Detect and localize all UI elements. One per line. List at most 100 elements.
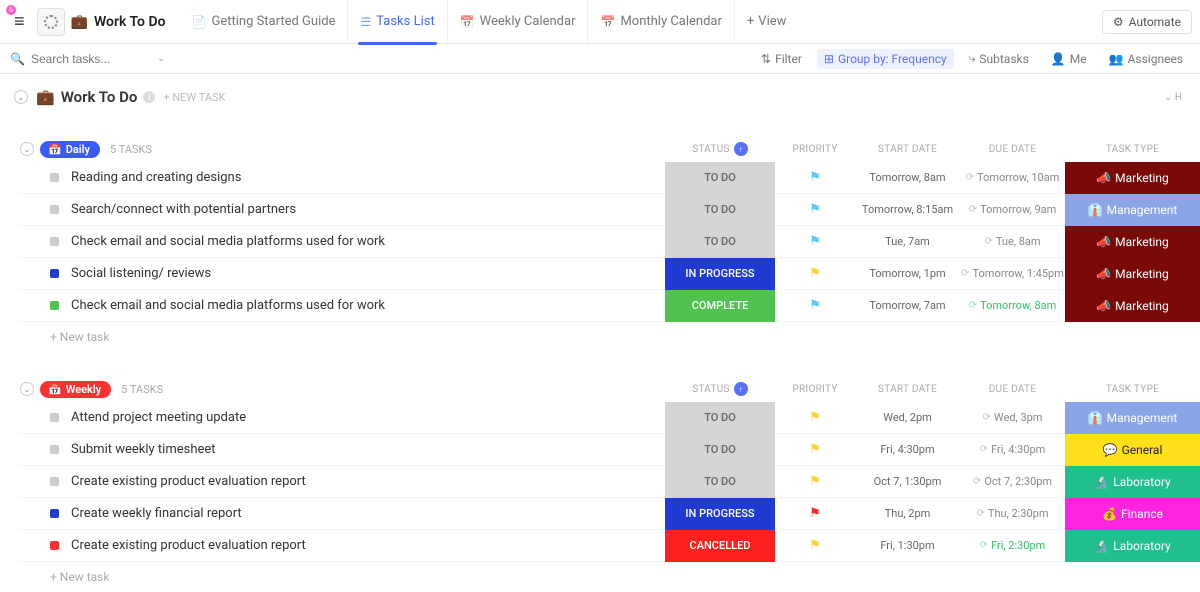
menu-toggle[interactable]: ≡6 — [8, 7, 31, 36]
priority-cell[interactable]: ⚑ — [775, 434, 855, 466]
group-badge[interactable]: 📅Daily — [40, 141, 100, 158]
collapse-list-button[interactable]: ⌄ — [14, 90, 28, 104]
start-date-cell[interactable]: Tomorrow, 7am — [855, 290, 960, 322]
collapse-group-button[interactable]: ⌄ — [20, 142, 34, 156]
task-name[interactable]: Create weekly financial report — [71, 506, 665, 521]
search-dropdown-icon[interactable]: ⌄ — [157, 53, 165, 64]
info-icon[interactable]: i — [143, 91, 155, 103]
status-cell[interactable]: CANCELLED — [665, 530, 775, 562]
col-status[interactable]: STATUS↑ — [665, 382, 775, 396]
new-task-header-button[interactable]: + NEW TASK — [163, 91, 225, 104]
col-start[interactable]: START DATE — [855, 142, 960, 156]
type-cell[interactable]: 👔Management — [1065, 194, 1200, 226]
task-row[interactable]: Attend project meeting update TO DO ⚑ We… — [20, 402, 1200, 434]
task-name[interactable]: Check email and social media platforms u… — [71, 298, 665, 313]
col-due[interactable]: DUE DATE — [960, 142, 1065, 156]
task-name[interactable]: Attend project meeting update — [71, 410, 665, 425]
priority-cell[interactable]: ⚑ — [775, 162, 855, 194]
due-date-cell[interactable]: ⟳Fri, 2:30pm — [960, 530, 1065, 562]
task-name[interactable]: Search/connect with potential partners — [71, 202, 665, 217]
task-row[interactable]: Search/connect with potential partners T… — [20, 194, 1200, 226]
view-tab-1[interactable]: ☰Tasks List — [348, 0, 447, 44]
task-name[interactable]: Reading and creating designs — [71, 170, 665, 185]
start-date-cell[interactable]: Oct 7, 1:30pm — [855, 466, 960, 498]
task-name[interactable]: Check email and social media platforms u… — [71, 234, 665, 249]
task-name[interactable]: Create existing product evaluation repor… — [71, 474, 665, 489]
task-row[interactable]: Check email and social media platforms u… — [20, 226, 1200, 258]
start-date-cell[interactable]: Fri, 1:30pm — [855, 530, 960, 562]
collapse-group-button[interactable]: ⌄ — [20, 382, 34, 396]
task-row[interactable]: Reading and creating designs TO DO ⚑ Tom… — [20, 162, 1200, 194]
task-name[interactable]: Create existing product evaluation repor… — [71, 538, 665, 553]
priority-cell[interactable]: ⚑ — [775, 530, 855, 562]
due-date-cell[interactable]: ⟳Tomorrow, 1:45pm — [960, 258, 1065, 290]
col-start[interactable]: START DATE — [855, 382, 960, 396]
status-cell[interactable]: TO DO — [665, 466, 775, 498]
search-input[interactable] — [31, 52, 151, 66]
col-type[interactable]: TASK TYPE — [1065, 142, 1200, 156]
type-cell[interactable]: 🔬Laboratory — [1065, 530, 1200, 562]
type-cell[interactable]: 💰Finance — [1065, 498, 1200, 530]
hide-columns-icon[interactable]: ⌄ H — [1164, 92, 1190, 103]
priority-cell[interactable]: ⚑ — [775, 402, 855, 434]
automate-button[interactable]: ⚙ Automate — [1102, 10, 1192, 34]
new-task-button[interactable]: + New task — [20, 562, 1200, 592]
status-cell[interactable]: TO DO — [665, 226, 775, 258]
status-cell[interactable]: TO DO — [665, 162, 775, 194]
col-status[interactable]: STATUS↑ — [665, 142, 775, 156]
task-row[interactable]: Create existing product evaluation repor… — [20, 466, 1200, 498]
task-row[interactable]: Submit weekly timesheet TO DO ⚑ Fri, 4:3… — [20, 434, 1200, 466]
due-date-cell[interactable]: ⟳Tomorrow, 9am — [960, 194, 1065, 226]
type-cell[interactable]: 📣Marketing — [1065, 258, 1200, 290]
due-date-cell[interactable]: ⟳Thu, 2:30pm — [960, 498, 1065, 530]
priority-cell[interactable]: ⚑ — [775, 226, 855, 258]
due-date-cell[interactable]: ⟳Tomorrow, 10am — [960, 162, 1065, 194]
status-cell[interactable]: COMPLETE — [665, 290, 775, 322]
type-cell[interactable]: 📣Marketing — [1065, 290, 1200, 322]
subtasks-button[interactable]: ⤷Subtasks — [962, 48, 1036, 69]
due-date-cell[interactable]: ⟳Wed, 3pm — [960, 402, 1065, 434]
col-priority[interactable]: PRIORITY — [775, 142, 855, 156]
task-name[interactable]: Submit weekly timesheet — [71, 442, 665, 457]
start-date-cell[interactable]: Fri, 4:30pm — [855, 434, 960, 466]
priority-cell[interactable]: ⚑ — [775, 290, 855, 322]
me-button[interactable]: 👤Me — [1044, 49, 1094, 69]
due-date-cell[interactable]: ⟳Fri, 4:30pm — [960, 434, 1065, 466]
col-priority[interactable]: PRIORITY — [775, 382, 855, 396]
priority-cell[interactable]: ⚑ — [775, 466, 855, 498]
task-row[interactable]: Social listening/ reviews IN PROGRESS ⚑ … — [20, 258, 1200, 290]
start-date-cell[interactable]: Tomorrow, 8am — [855, 162, 960, 194]
status-cell[interactable]: TO DO — [665, 434, 775, 466]
priority-cell[interactable]: ⚑ — [775, 498, 855, 530]
priority-cell[interactable]: ⚑ — [775, 194, 855, 226]
start-date-cell[interactable]: Thu, 2pm — [855, 498, 960, 530]
task-row[interactable]: Create weekly financial report IN PROGRE… — [20, 498, 1200, 530]
new-task-button[interactable]: + New task — [20, 322, 1200, 352]
col-due[interactable]: DUE DATE — [960, 382, 1065, 396]
due-date-cell[interactable]: ⟳Tomorrow, 8am — [960, 290, 1065, 322]
start-date-cell[interactable]: Tomorrow, 1pm — [855, 258, 960, 290]
type-cell[interactable]: 📣Marketing — [1065, 162, 1200, 194]
start-date-cell[interactable]: Wed, 2pm — [855, 402, 960, 434]
task-row[interactable]: Create existing product evaluation repor… — [20, 530, 1200, 562]
task-name[interactable]: Social listening/ reviews — [71, 266, 665, 281]
priority-cell[interactable]: ⚑ — [775, 258, 855, 290]
filter-button[interactable]: ⇅Filter — [754, 49, 809, 69]
type-cell[interactable]: 👔Management — [1065, 402, 1200, 434]
due-date-cell[interactable]: ⟳Tue, 8am — [960, 226, 1065, 258]
due-date-cell[interactable]: ⟳Oct 7, 2:30pm — [960, 466, 1065, 498]
view-tab-3[interactable]: 📅Monthly Calendar — [588, 0, 734, 44]
type-cell[interactable]: 💬General — [1065, 434, 1200, 466]
status-cell[interactable]: IN PROGRESS — [665, 258, 775, 290]
groupby-button[interactable]: ⊞Group by: Frequency — [817, 49, 954, 69]
view-tab-0[interactable]: 📄Getting Started Guide — [180, 0, 349, 44]
status-cell[interactable]: TO DO — [665, 194, 775, 226]
task-row[interactable]: Check email and social media platforms u… — [20, 290, 1200, 322]
status-cell[interactable]: IN PROGRESS — [665, 498, 775, 530]
start-date-cell[interactable]: Tue, 7am — [855, 226, 960, 258]
status-cell[interactable]: TO DO — [665, 402, 775, 434]
type-cell[interactable]: 🔬Laboratory — [1065, 466, 1200, 498]
view-tab-2[interactable]: 📅Weekly Calendar — [448, 0, 589, 44]
group-badge[interactable]: 📅Weekly — [40, 381, 111, 398]
type-cell[interactable]: 📣Marketing — [1065, 226, 1200, 258]
